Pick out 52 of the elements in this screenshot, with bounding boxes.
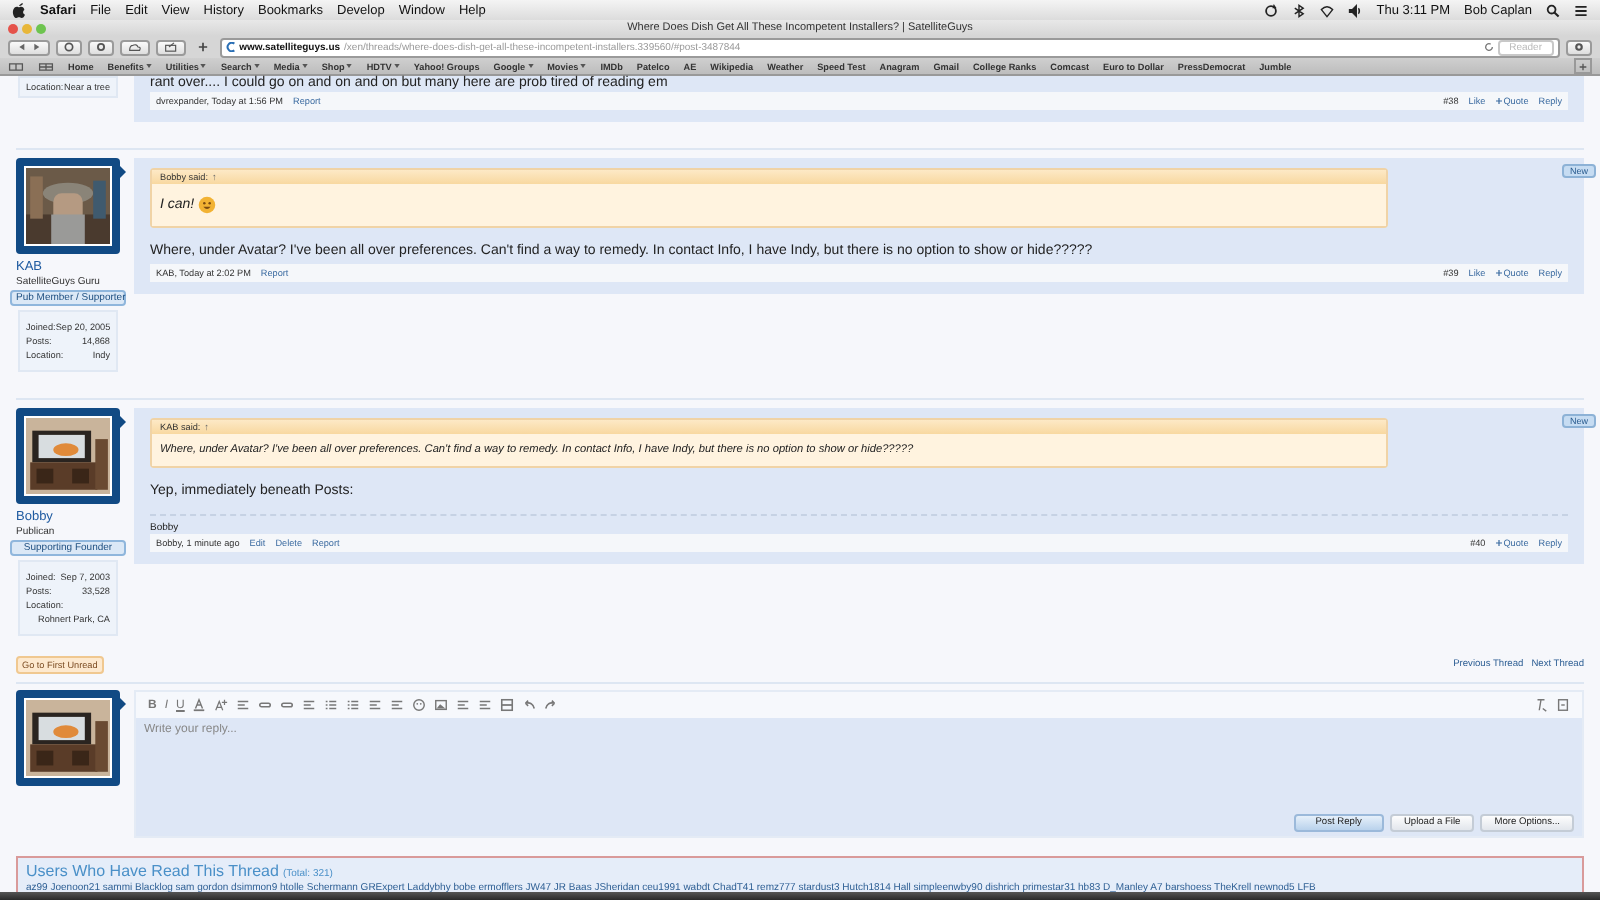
- share-button[interactable]: [155, 39, 186, 55]
- bluetooth-icon[interactable]: [1292, 3, 1307, 17]
- align-icon[interactable]: [302, 698, 317, 712]
- caret-icon: [145, 64, 152, 68]
- list-icon[interactable]: [1574, 3, 1588, 17]
- history-button[interactable]: [56, 39, 83, 55]
- sync-icon[interactable]: [1264, 3, 1279, 17]
- site-icon: [225, 42, 236, 52]
- avatar-frame[interactable]: [16, 158, 120, 254]
- avatar-frame[interactable]: [16, 408, 120, 504]
- caret-icon: [393, 64, 400, 68]
- plus-icon: [1495, 540, 1502, 546]
- link-icon[interactable]: [258, 698, 273, 712]
- plus-icon: [197, 42, 208, 52]
- avatar-frame[interactable]: [16, 690, 120, 786]
- caret-icon: [253, 64, 260, 68]
- book-icon[interactable]: [8, 61, 24, 71]
- back-forward-button[interactable]: [8, 39, 51, 55]
- ring-icon: [96, 42, 107, 52]
- share-icon: [163, 42, 178, 52]
- image-icon[interactable]: [434, 698, 449, 712]
- wifi-icon[interactable]: [1320, 3, 1335, 17]
- caret-icon: [346, 64, 353, 68]
- plus-icon: [1578, 61, 1588, 71]
- cloud-icon: [128, 42, 142, 52]
- smiley-icon[interactable]: [412, 698, 427, 712]
- caret-icon: [580, 64, 587, 68]
- text-color-icon[interactable]: [192, 698, 207, 712]
- settings-button[interactable]: [1566, 39, 1592, 55]
- undo-icon[interactable]: [522, 698, 537, 712]
- redo-icon[interactable]: [544, 698, 559, 712]
- plus-icon: [1495, 98, 1502, 104]
- font-size-icon[interactable]: [214, 698, 229, 712]
- smiley-icon: [198, 196, 217, 214]
- apple-icon[interactable]: [12, 2, 26, 18]
- caret-icon: [301, 64, 308, 68]
- caret-icon: [200, 64, 207, 68]
- plus-icon: [1495, 270, 1502, 276]
- privacy-button[interactable]: [88, 39, 115, 55]
- caret-icon: [527, 64, 534, 68]
- volume-icon[interactable]: [1348, 3, 1363, 17]
- toggle-mode-icon[interactable]: [1556, 698, 1570, 712]
- circle-icon: [64, 42, 75, 52]
- reload-icon[interactable]: [1483, 42, 1494, 52]
- section-title: Users Who Have Read This Thread: [26, 862, 279, 880]
- back-forward-icon: [16, 42, 43, 52]
- remove-format-icon[interactable]: [1534, 698, 1548, 712]
- cloud-button[interactable]: [120, 39, 150, 55]
- search-icon[interactable]: [1546, 3, 1560, 17]
- grid-icon[interactable]: [38, 61, 54, 71]
- settings-icon: [1574, 42, 1584, 52]
- add-button[interactable]: [1574, 58, 1592, 74]
